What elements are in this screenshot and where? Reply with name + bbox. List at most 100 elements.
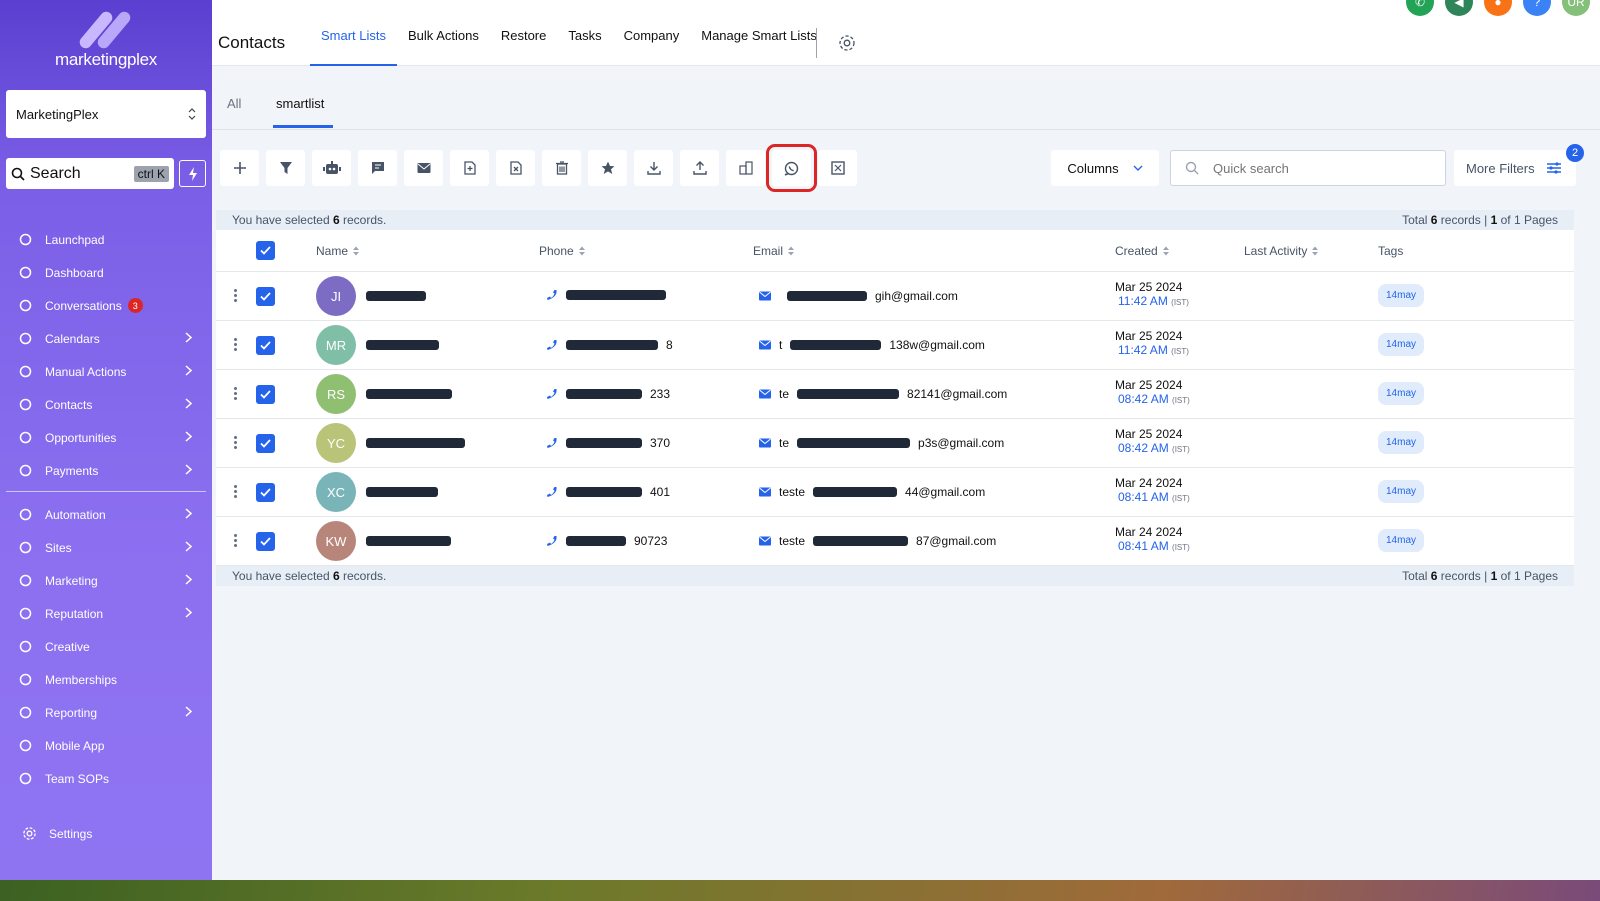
row-checkbox[interactable]	[256, 532, 275, 551]
contact-email[interactable]: gih@gmail.com	[759, 289, 958, 303]
sidebar-item-memberships[interactable]: Memberships	[0, 663, 212, 696]
sort-icon[interactable]	[1311, 245, 1319, 257]
phone-call-button[interactable]: ✆	[1406, 0, 1434, 16]
column-phone[interactable]: Phone	[539, 244, 586, 258]
table-row[interactable]: MR 8 t 138w@gmail.com Mar 25 2024 11:42 AM (I…	[216, 321, 1574, 370]
contact-email[interactable]: teste 44@gmail.com	[759, 485, 985, 499]
table-row[interactable]: XC 401 teste 44@gmail.com Mar 24 2024 08:41 A…	[216, 468, 1574, 517]
sidebar-item-manual-actions[interactable]: Manual Actions	[0, 355, 212, 388]
table-row[interactable]: RS 233 te 82141@gmail.com Mar 25 2024 08:42 A…	[216, 370, 1574, 419]
tab-manage-smart-lists[interactable]: Manage Smart Lists	[690, 2, 828, 68]
delete-button[interactable]	[542, 150, 581, 186]
announcements-button[interactable]: ◀	[1445, 0, 1473, 16]
tag-chip[interactable]: 14may	[1378, 284, 1425, 307]
filter-button[interactable]	[266, 150, 305, 186]
row-actions-menu[interactable]	[234, 485, 237, 498]
row-actions-menu[interactable]	[234, 289, 237, 302]
merge-contacts-button[interactable]	[818, 150, 857, 186]
tab-company[interactable]: Company	[613, 2, 691, 68]
table-row[interactable]: KW 90723 teste 87@gmail.com Mar 24 2024 08:41…	[216, 517, 1574, 566]
sidebar-item-reputation[interactable]: Reputation	[0, 597, 212, 630]
add-to-company-button[interactable]	[726, 150, 765, 186]
quick-search[interactable]	[1170, 150, 1446, 186]
send-sms-button[interactable]	[358, 150, 397, 186]
quick-search-input[interactable]	[1213, 160, 1413, 176]
tag-chip[interactable]: 14may	[1378, 333, 1425, 356]
table-row[interactable]: YC 370 te p3s@gmail.com Mar 25 2024 08:42 AM …	[216, 419, 1574, 468]
sidebar-search[interactable]: Search ctrl K	[6, 158, 174, 189]
tab-tasks[interactable]: Tasks	[557, 2, 612, 68]
remove-tag-button[interactable]	[496, 150, 535, 186]
column-email[interactable]: Email	[753, 244, 795, 258]
tab-all[interactable]: All	[227, 96, 241, 111]
tag-chip[interactable]: 14may	[1378, 382, 1425, 405]
contact-phone[interactable]: 370	[546, 436, 670, 450]
tab-bulk-actions[interactable]: Bulk Actions	[397, 2, 490, 68]
sort-icon[interactable]	[352, 245, 360, 257]
add-tag-button[interactable]	[450, 150, 489, 186]
contact-email[interactable]: teste 87@gmail.com	[759, 534, 996, 548]
sidebar-item-calendars[interactable]: Calendars	[0, 322, 212, 355]
sidebar-item-automation[interactable]: Automation	[0, 498, 212, 531]
sidebar-item-contacts[interactable]: Contacts	[0, 388, 212, 421]
tab-smartlist[interactable]: smartlist	[276, 96, 324, 111]
review-request-button[interactable]	[588, 150, 627, 186]
contact-phone[interactable]: 8	[546, 338, 673, 352]
contact-phone[interactable]	[546, 289, 674, 301]
contact-email[interactable]: te 82141@gmail.com	[759, 387, 1007, 401]
sort-icon[interactable]	[578, 245, 586, 257]
row-actions-menu[interactable]	[234, 387, 237, 400]
quick-action-button[interactable]	[179, 160, 206, 187]
row-actions-menu[interactable]	[234, 534, 237, 547]
tag-chip[interactable]: 14may	[1378, 529, 1425, 552]
tag-chip[interactable]: 14may	[1378, 480, 1425, 503]
sidebar-item-payments[interactable]: Payments	[0, 454, 212, 487]
brand-logo[interactable]: marketingplex	[0, 0, 212, 82]
contact-phone[interactable]: 401	[546, 485, 670, 499]
sidebar-item-sites[interactable]: Sites	[0, 531, 212, 564]
contact-name-redacted[interactable]	[366, 340, 439, 350]
more-filters-button[interactable]: More Filters	[1454, 150, 1576, 186]
contact-email[interactable]: te p3s@gmail.com	[759, 436, 1004, 450]
smartlist-settings-button[interactable]	[838, 34, 856, 57]
contact-phone[interactable]: 90723	[546, 534, 667, 548]
sidebar-item-opportunities[interactable]: Opportunities	[0, 421, 212, 454]
sidebar-item-dashboard[interactable]: Dashboard	[0, 256, 212, 289]
add-contact-button[interactable]	[220, 150, 259, 186]
contact-name-redacted[interactable]	[366, 389, 452, 399]
sidebar-item-team-sops[interactable]: Team SOPs	[0, 762, 212, 795]
select-all-checkbox[interactable]	[256, 241, 275, 260]
send-email-button[interactable]	[404, 150, 443, 186]
contact-name-redacted[interactable]	[366, 438, 465, 448]
sort-icon[interactable]	[787, 245, 795, 257]
help-button[interactable]: ?	[1523, 0, 1551, 16]
sidebar-item-creative[interactable]: Creative	[0, 630, 212, 663]
contact-email[interactable]: t 138w@gmail.com	[759, 338, 985, 352]
tab-smart-lists[interactable]: Smart Lists	[310, 2, 398, 68]
row-checkbox[interactable]	[256, 483, 275, 502]
sidebar-item-launchpad[interactable]: Launchpad	[0, 223, 212, 256]
tab-restore[interactable]: Restore	[490, 2, 558, 68]
row-checkbox[interactable]	[256, 434, 275, 453]
contact-name-redacted[interactable]	[366, 291, 426, 301]
contact-name-redacted[interactable]	[366, 487, 438, 497]
contact-name-redacted[interactable]	[366, 536, 451, 546]
sort-icon[interactable]	[1162, 245, 1170, 257]
sidebar-item-reporting[interactable]: Reporting	[0, 696, 212, 729]
sidebar-item-mobile-app[interactable]: Mobile App	[0, 729, 212, 762]
column-last-activity[interactable]: Last Activity	[1244, 244, 1319, 258]
sidebar-item-conversations[interactable]: Conversations 3	[0, 289, 212, 322]
row-actions-menu[interactable]	[234, 436, 237, 449]
row-actions-menu[interactable]	[234, 338, 237, 351]
column-created[interactable]: Created	[1115, 244, 1170, 258]
user-avatar[interactable]: UR	[1562, 0, 1590, 16]
add-to-workflow-button[interactable]	[312, 150, 351, 186]
row-checkbox[interactable]	[256, 385, 275, 404]
import-button[interactable]	[680, 150, 719, 186]
column-name[interactable]: Name	[316, 244, 360, 258]
row-checkbox[interactable]	[256, 336, 275, 355]
table-row[interactable]: JI gih@gmail.com Mar 25 2024 11:42 AM (IST)…	[216, 272, 1574, 321]
sidebar-item-marketing[interactable]: Marketing	[0, 564, 212, 597]
row-checkbox[interactable]	[256, 287, 275, 306]
export-button[interactable]	[634, 150, 673, 186]
